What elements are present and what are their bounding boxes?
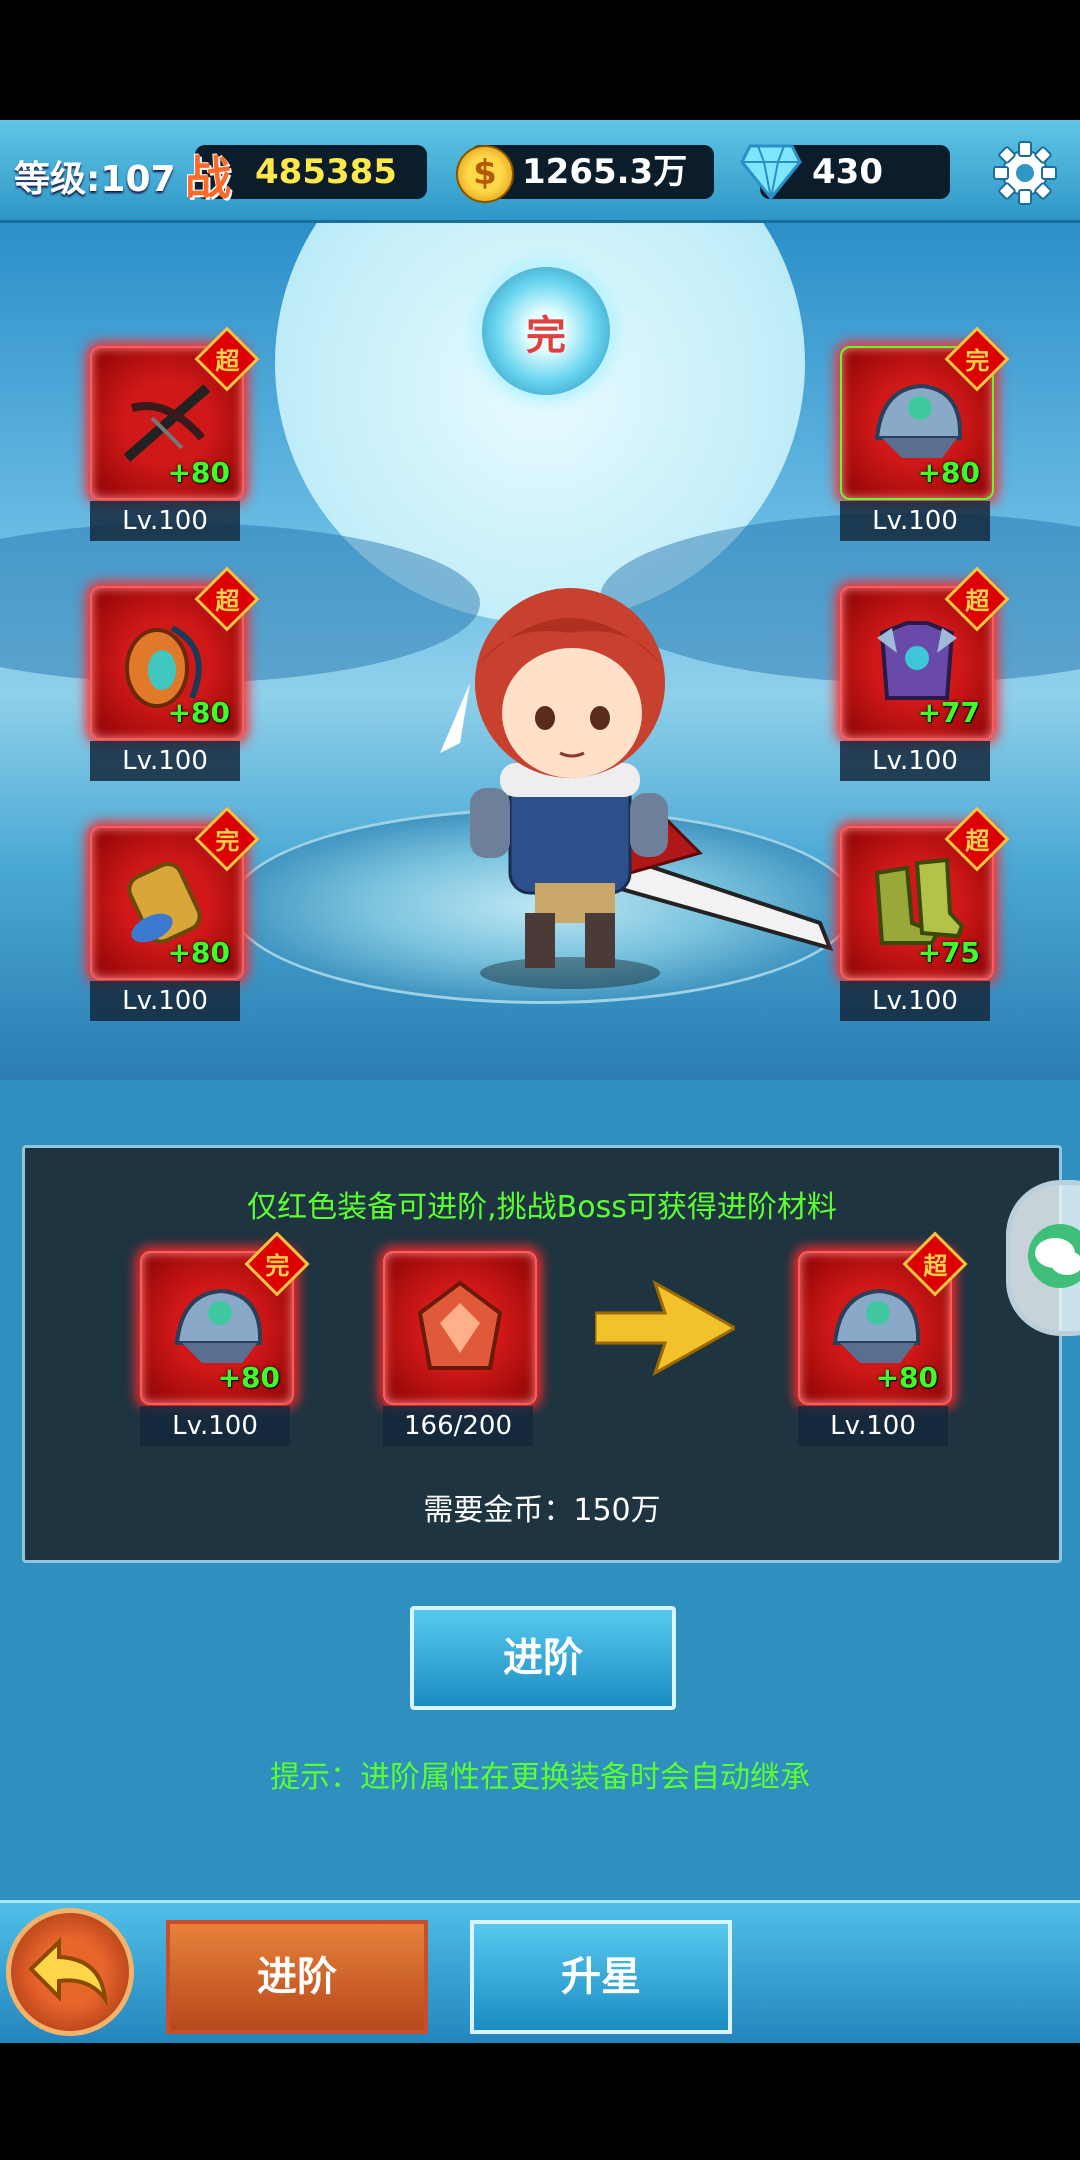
advance-button[interactable]: 进阶 [410,1606,676,1710]
enhance-bonus: +80 [217,1361,280,1394]
material-count: 166/200 [383,1406,533,1446]
equip-level: Lv.100 [90,981,240,1021]
hero-character[interactable] [400,553,840,993]
gem-material-icon [417,1280,503,1370]
quality-tag: 超 [215,347,240,376]
equip-level: Lv.100 [90,741,240,781]
equip-slot-left-2[interactable]: 超 +80 Lv.100 [90,566,260,781]
chat-icon [1028,1224,1080,1288]
enhance-bonus: +80 [167,456,230,489]
advance-result-item[interactable]: 超 +80 Lv.100 [798,1231,968,1446]
material-frame [383,1251,537,1405]
advance-current-item[interactable]: 完 +80 Lv.100 [140,1231,310,1446]
top-status-bar: 等级:107 485385 战 1265.3万 $ 430 [0,120,1080,223]
advance-panel: 仅红色装备可进阶,挑战Boss可获得进阶材料 完 +80 Lv.100 166/… [22,1145,1062,1563]
equip-slot-right-2[interactable]: 超 +77 Lv.100 [840,566,1010,781]
rank-emblem: 完 [478,263,614,399]
advance-hint: 仅红色装备可进阶,挑战Boss可获得进阶材料 [247,1190,837,1225]
advance-cost: 需要金币：150万 [423,1493,661,1528]
equip-level: Lv.100 [798,1406,948,1446]
diamond-icon [740,144,802,200]
quality-tag: 超 [215,587,240,616]
quality-tag: 超 [965,587,990,616]
gold-coin-icon: $ [456,145,514,203]
settings-gear-icon[interactable] [990,138,1060,208]
quality-tag: 超 [965,827,990,856]
gold-value: 1265.3万 [522,152,688,192]
back-arrow-icon [29,1937,108,2007]
combat-power-value: 485385 [255,152,397,192]
diamond-value: 430 [812,152,883,192]
tab-advance[interactable]: 进阶 [166,1920,428,2034]
enhance-bonus: +80 [875,1361,938,1394]
tab-star-up[interactable]: 升星 [470,1920,732,2034]
chat-float-button[interactable] [1006,1180,1080,1336]
equip-slot-left-1[interactable]: 超 +80 Lv.100 [90,326,260,541]
player-level: 等级:107 [14,159,176,200]
quality-tag: 超 [923,1252,948,1281]
quality-tag: 完 [965,347,990,376]
rank-emblem-text: 完 [526,313,566,359]
advance-tip: 提示：进阶属性在更换装备时会自动继承 [270,1760,810,1795]
equip-level: Lv.100 [140,1406,290,1446]
equip-level: Lv.100 [840,501,990,541]
enhance-bonus: +80 [917,456,980,489]
enhance-bonus: +80 [167,696,230,729]
equip-slot-left-3[interactable]: 完 +80 Lv.100 [90,806,260,1021]
equip-slot-right-1[interactable]: 完 +80 Lv.100 [840,326,1010,541]
equip-level: Lv.100 [90,501,240,541]
quality-tag: 完 [215,827,240,856]
equip-level: Lv.100 [840,981,990,1021]
back-button[interactable] [6,1908,134,2036]
character-scene: 完 超 +80 Lv.100 超 +80 Lv.100 完 +80 Lv.100… [0,223,1080,1080]
equip-level: Lv.100 [840,741,990,781]
arrow-right-icon [595,1279,735,1377]
advance-material[interactable]: 166/200 [383,1251,537,1446]
quality-tag: 完 [265,1252,290,1281]
enhance-bonus: +75 [917,936,980,969]
enhance-bonus: +77 [917,696,980,729]
equip-slot-right-3[interactable]: 超 +75 Lv.100 [840,806,1010,1021]
enhance-bonus: +80 [167,936,230,969]
combat-power-icon: 战 [185,151,231,205]
